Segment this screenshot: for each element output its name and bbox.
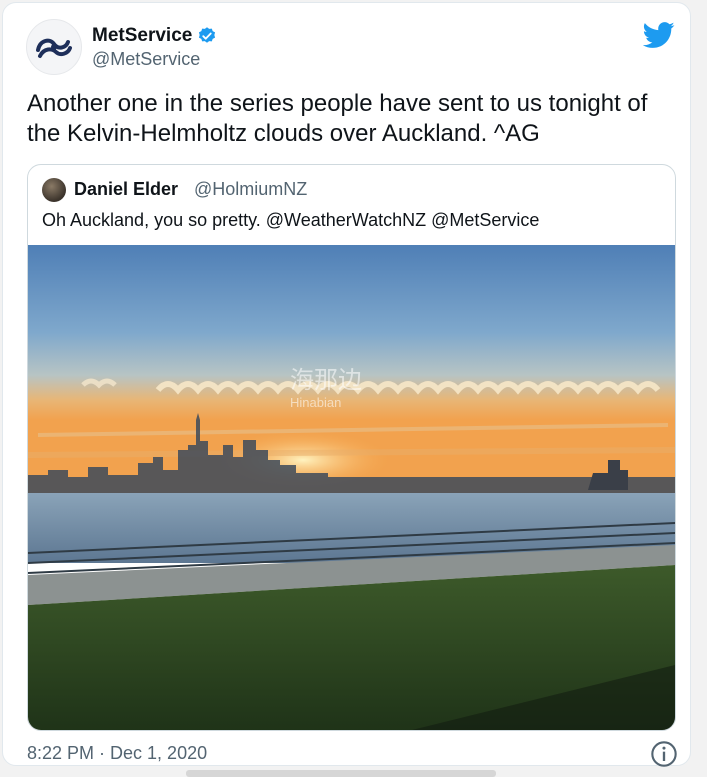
quoted-author-name[interactable]: Daniel Elder — [74, 179, 178, 200]
author-name-row[interactable]: MetService — [92, 25, 217, 47]
watermark-en: Hinabian — [290, 395, 341, 410]
twitter-bird-icon[interactable] — [643, 19, 675, 51]
info-icon[interactable] — [650, 740, 678, 768]
quoted-author-handle[interactable]: @HolmiumNZ — [194, 179, 307, 200]
horizontal-scrollbar[interactable] — [186, 770, 496, 777]
author-avatar[interactable] — [26, 19, 82, 75]
verified-badge-icon — [199, 27, 216, 43]
author-handle[interactable]: @MetService — [92, 49, 200, 70]
quoted-tweet-text: Oh Auckland, you so pretty. @WeatherWatc… — [42, 210, 540, 230]
quoted-tweet-photo[interactable]: 海那边 Hinabian — [28, 245, 675, 731]
tweet-timestamp[interactable]: 8:22 PM · Dec 1, 2020 — [27, 743, 207, 764]
tweet-card: MetService @MetService Another one in th… — [2, 2, 691, 768]
metservice-logo-icon — [36, 38, 72, 58]
quoted-tweet[interactable]: Daniel Elder @HolmiumNZ Oh Auckland, you… — [27, 164, 676, 731]
author-name[interactable]: MetService — [92, 25, 192, 47]
watermark-cn: 海那边 — [290, 366, 362, 394]
tweet-text: Another one in the series people have se… — [27, 90, 648, 147]
quoted-author-avatar[interactable] — [42, 178, 66, 202]
